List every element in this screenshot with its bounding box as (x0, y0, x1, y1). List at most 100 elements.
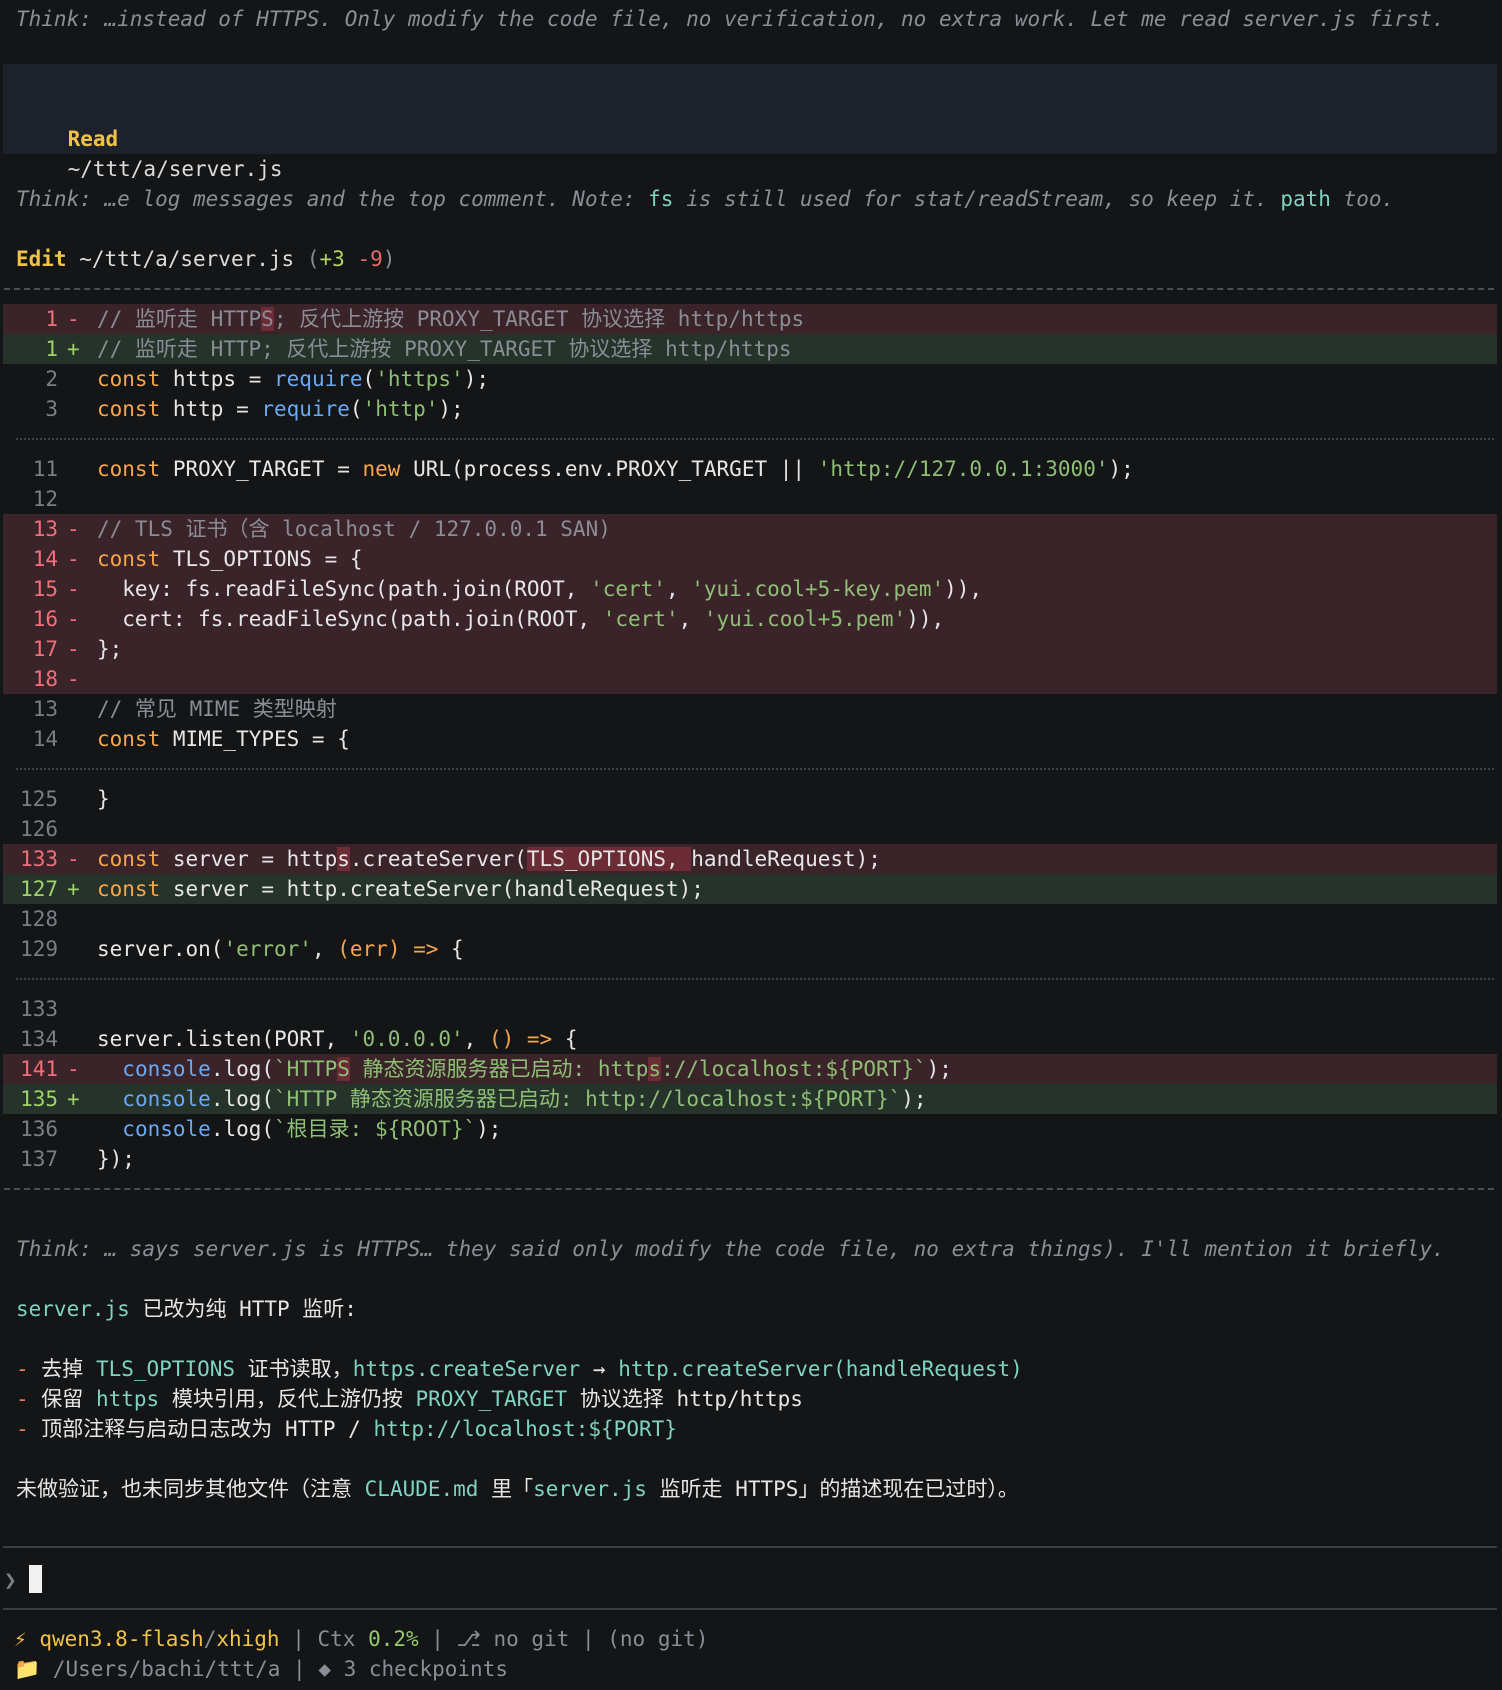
diff-line-deleted: 18 - (3, 664, 1497, 694)
code-text: .log( (210, 1057, 275, 1081)
folder-icon: 📁 (14, 1657, 41, 1681)
ctx-label: Ctx (317, 1627, 369, 1651)
model-name: qwen3.8-flash (39, 1627, 204, 1651)
diff-line-deleted: 15 - key: fs.readFileSync(path.join(ROOT… (3, 574, 1497, 604)
read-tool-block: Read ~/ttt/a/server.js (3, 64, 1497, 181)
diff-line-context: 2 const https = require('https'); (3, 364, 1497, 394)
code-text: , (311, 937, 338, 961)
input-cursor[interactable] (29, 1565, 42, 1593)
code-text: , (463, 1027, 489, 1051)
think-code-path: path (1280, 187, 1331, 211)
code-text: .log( (210, 1117, 275, 1141)
code-text: ); (438, 397, 464, 421)
changed-char: s (648, 1057, 662, 1081)
diff-line-deleted: 16 - cert: fs.readFileSync(path.join(ROO… (3, 604, 1497, 634)
arrow-params: (err) (337, 937, 401, 961)
changed-char: S (261, 307, 274, 331)
code-text: ( (349, 397, 363, 421)
bullet-dash: - (16, 1357, 29, 1381)
diff-marker: - (67, 577, 80, 601)
inline-code: TLS_OPTIONS (95, 1357, 236, 1381)
function-name: require (274, 367, 363, 391)
edit-tool-header: Edit ~/ttt/a/server.js (+3 -9) (16, 244, 1502, 274)
function-name: console (122, 1117, 211, 1141)
keyword: const (97, 397, 161, 421)
string-literal: 'http://127.0.0.1:3000' (817, 457, 1109, 481)
git-status: no git (480, 1627, 570, 1651)
diff-marker: - (67, 847, 80, 871)
arrow-operator: => (514, 1027, 553, 1051)
prompt-chevron-icon: ❯ (4, 1568, 17, 1592)
summary-text: → (580, 1357, 619, 1381)
string-literal: ://localhost:${PORT}` (661, 1057, 927, 1081)
keyword: const (97, 457, 161, 481)
line-number: 14 (32, 547, 58, 571)
string-literal: 'http' (362, 397, 439, 421)
code-text: MIME_TYPES = { (160, 727, 350, 751)
diff-marker: - (67, 667, 80, 691)
string-literal: 'https' (375, 367, 464, 391)
lines-removed: -9 (357, 247, 383, 271)
git-branch-icon: ⎇ (456, 1627, 481, 1651)
diff-line-context: 129 server.on('error', (err) => { (3, 934, 1497, 964)
string-literal: 'yui.cool+5.pem' (703, 607, 907, 631)
diff-line-added: 1 + // 监听走 HTTP; 反代上游按 PROXY_TARGET 协议选择… (3, 334, 1497, 364)
line-number: 141 (20, 1057, 58, 1081)
separator: / (203, 1627, 217, 1651)
function-name: console (122, 1087, 211, 1111)
line-number: 135 (20, 1087, 58, 1111)
separator: | (418, 1627, 457, 1651)
diff-line-context: 136 console.log(`根目录: ${ROOT}`); (3, 1114, 1497, 1144)
diff-line-deleted: 17 - }; (3, 634, 1497, 664)
line-number: 2 (45, 367, 58, 391)
input-bottom-border (3, 1608, 1497, 1610)
line-number: 129 (20, 937, 58, 961)
summary-text: 未做验证，也未同步其他文件（注意 (16, 1477, 365, 1501)
thinking-line-2: Think: …e log messages and the top comme… (16, 184, 1502, 214)
line-number: 15 (32, 577, 58, 601)
code-text: PROXY_TARGET = (160, 457, 363, 481)
line-number: 1 (45, 307, 58, 331)
think-text: Think: …e log messages and the top comme… (16, 187, 649, 211)
string-literal: `HTTP (274, 1057, 338, 1081)
code-text: server = http.createServer(handleRequest… (160, 877, 704, 901)
keyword: new (362, 457, 401, 481)
summary-note: 未做验证，也未同步其他文件（注意 CLAUDE.md 里「server.js 监… (16, 1474, 1502, 1504)
read-verb: Read (67, 127, 119, 151)
code-text: .createServer( (349, 847, 527, 871)
diff-line-deleted: 14 - const TLS_OPTIONS = { (3, 544, 1497, 574)
code-text: , (678, 607, 704, 631)
diff-line-added: 127 + const server = http.createServer(h… (3, 874, 1497, 904)
diff-bottom-separator (4, 1188, 1494, 1190)
inline-code: https (95, 1387, 160, 1411)
changed-char: s (337, 847, 350, 871)
code-text: ( (362, 367, 376, 391)
string-literal: 'error' (223, 937, 312, 961)
code-text: { (438, 937, 464, 961)
code-text: key: fs.readFileSync(path.join(ROOT, (97, 577, 591, 601)
diff-marker: - (67, 637, 80, 661)
summary-text: 已改为纯 HTTP 监听: (129, 1297, 357, 1321)
keyword: const (97, 877, 161, 901)
keyword: const (97, 847, 161, 871)
keyword: const (97, 547, 161, 571)
git-status-2: (no git) (607, 1627, 709, 1651)
changed-text: TLS_OPTIONS, (526, 847, 692, 871)
line-number: 18 (32, 667, 58, 691)
diff-line-context: 12 (3, 484, 1497, 514)
line-number: 128 (20, 907, 58, 931)
ctx-value: 0.2% (368, 1627, 419, 1651)
paren-open: ( (306, 247, 320, 271)
inline-code: PROXY_TARGET (415, 1387, 568, 1411)
changed-char: S (337, 1057, 350, 1081)
diff-line-context: 134 server.listen(PORT, '0.0.0.0', () =>… (3, 1024, 1497, 1054)
diff-line-context: 125 } (3, 784, 1497, 814)
summary-bullet: - 去掉 TLS_OPTIONS 证书读取，https.createServer… (16, 1354, 1502, 1384)
bolt-icon: ⚡ (14, 1627, 27, 1651)
summary-text: 证书读取， (235, 1357, 353, 1381)
function-name: require (261, 397, 350, 421)
summary-bullet: - 顶部注释与启动日志改为 HTTP / http://localhost:${… (16, 1414, 1502, 1444)
code-text: // 监听走 HTTP (97, 307, 262, 331)
cwd-path: /Users/bachi/ttt/a (40, 1657, 281, 1681)
line-number: 133 (20, 997, 58, 1021)
